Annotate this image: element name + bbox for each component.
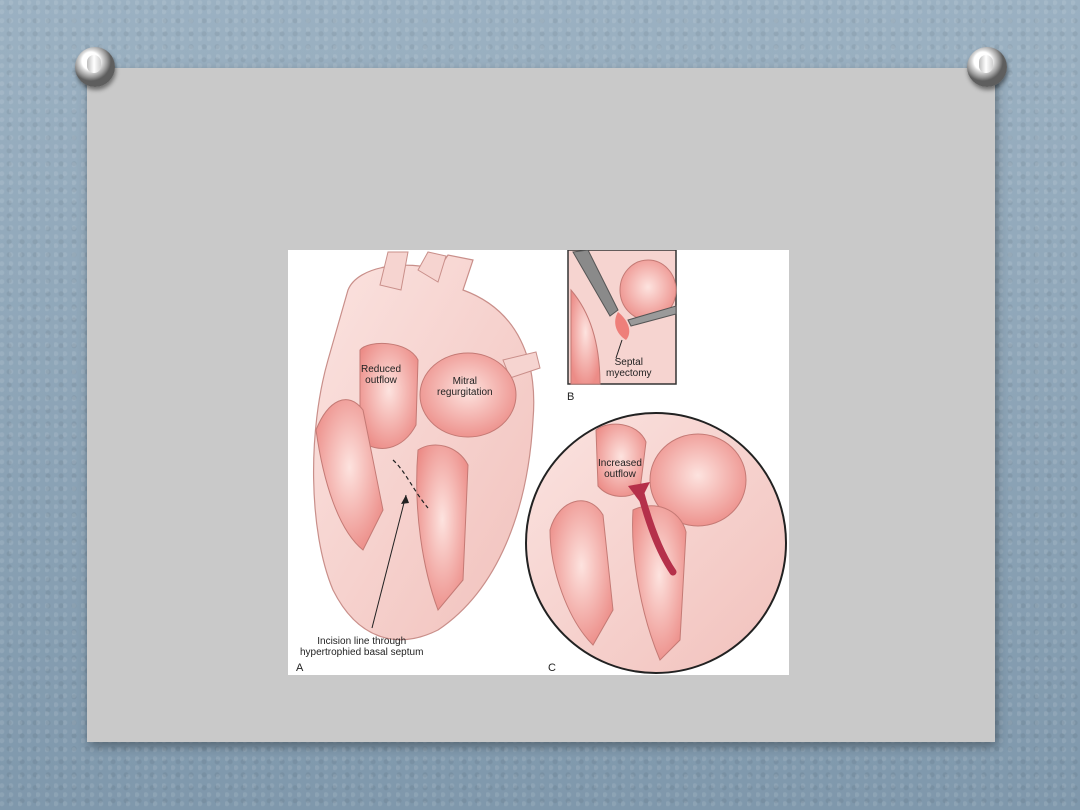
label-septal-myectomy: Septal myectomy [606,357,652,379]
panel-letter-b: B [567,391,575,403]
pushpin-icon [967,47,1007,87]
label-increased-outflow: Increased outflow [598,458,642,480]
label-incision-line: Incision line through hypertrophied basa… [300,636,424,658]
pushpin-icon [75,47,115,87]
panel-a-heart [313,251,541,641]
heart-illustration [313,250,787,674]
heart-diagram-figure: Reduced outflow Mitral regurgitation Sep… [288,250,789,675]
label-mitral-regurgitation: Mitral regurgitation [437,376,493,398]
label-reduced-outflow: Reduced outflow [361,364,402,386]
panel-letter-a: A [296,662,304,674]
panel-c-magnified [525,412,787,674]
panel-letter-c: C [548,662,556,674]
